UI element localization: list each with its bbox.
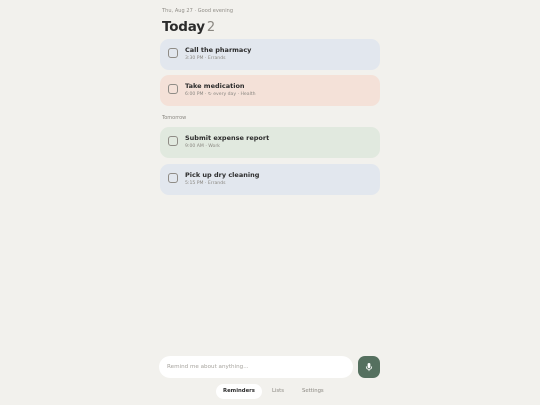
complete-checkbox[interactable] [168,173,178,183]
reminder-count: 2 [206,20,216,35]
microphone-icon [365,363,373,372]
reminder-meta: 6:00 PM · ↻ every day · Health [185,92,256,97]
reminder-title: Submit expense report [185,134,270,142]
nav-settings[interactable]: Settings [295,384,331,399]
page-title: Today [162,19,205,35]
nav-reminders[interactable]: Reminders [216,384,262,399]
reminder-title: Pick up dry cleaning [185,171,260,179]
reminder-item[interactable]: Submit expense report 9:00 AM · Work [160,127,380,158]
reminder-title: Take medication [185,82,245,90]
bottom-nav: Reminders Lists Settings [216,384,331,399]
complete-checkbox[interactable] [168,84,178,94]
reminder-title: Call the pharmacy [185,46,252,54]
reminder-meta: 9:00 AM · Work [185,144,220,149]
page-title-row: Today 2 [162,17,380,35]
date-greeting: Thu, Aug 27 · Good evening [162,8,234,14]
nav-lists[interactable]: Lists [265,384,291,399]
complete-checkbox[interactable] [168,136,178,146]
reminder-input[interactable] [159,356,353,378]
reminder-item[interactable]: Take medication 6:00 PM · ↻ every day · … [160,75,380,106]
complete-checkbox[interactable] [168,48,178,58]
section-label-tomorrow: Tomorrow [162,115,187,121]
reminder-meta: 3:30 PM · Errands [185,56,226,61]
page-header: Thu, Aug 27 · Good evening Today 2 [162,8,380,35]
reminder-item[interactable]: Pick up dry cleaning 5:15 PM · Errands [160,164,380,195]
reminder-meta: 5:15 PM · Errands [185,181,226,186]
reminder-item[interactable]: Call the pharmacy 3:30 PM · Errands [160,39,380,70]
voice-input-button[interactable] [358,356,380,378]
reminders-screen: Thu, Aug 27 · Good evening Today 2 Call t… [0,0,540,405]
